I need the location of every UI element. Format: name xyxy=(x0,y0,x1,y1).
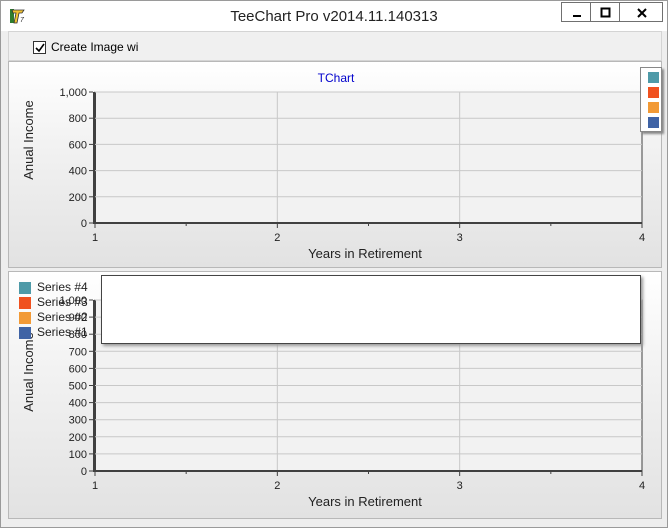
y-tick-label: 100 xyxy=(69,449,87,461)
y-tick-label: 200 xyxy=(69,192,87,204)
x-tick-label: 1 xyxy=(92,480,98,492)
x-axis-line xyxy=(93,470,642,472)
title-bar[interactable]: 7 TeeChart Pro v2014.11.140313 xyxy=(1,1,667,31)
legend-swatch-series1 xyxy=(648,117,659,128)
legend-label: Series #3 xyxy=(37,295,88,309)
y-tick-label: 400 xyxy=(69,398,87,410)
x-tick-label: 4 xyxy=(639,232,645,244)
minimize-button[interactable] xyxy=(561,2,591,22)
create-image-label: Create Image wi xyxy=(51,40,139,54)
legend-label: Series #1 xyxy=(37,325,88,339)
top-chart-panel[interactable]: TChart 0 200 400 600 800 1,000 1 2 3 4 Anual Inc… xyxy=(8,61,662,268)
x-tick-label: 4 xyxy=(639,480,645,492)
blank-popup-panel[interactable] xyxy=(101,275,641,344)
x-axis-label: Years in Retirement xyxy=(308,246,422,261)
top-chart[interactable]: TChart 0 200 400 600 800 1,000 1 2 3 4 Anual Inc… xyxy=(9,62,661,267)
chart-title: TChart xyxy=(318,71,355,85)
plot-area[interactable] xyxy=(94,91,643,224)
create-image-checkbox[interactable] xyxy=(33,41,46,54)
x-axis-line xyxy=(93,222,642,224)
legend-swatch-series4 xyxy=(648,72,659,83)
x-tick-label: 3 xyxy=(457,232,463,244)
x-tick-label: 3 xyxy=(457,480,463,492)
x-axis-label: Years in Retirement xyxy=(308,494,422,509)
y-tick-label: 700 xyxy=(69,346,87,358)
y-axis-label: Anual Income xyxy=(21,332,36,412)
y-tick-label: 600 xyxy=(69,139,87,151)
legend-swatch-series1 xyxy=(19,327,31,339)
legend-swatch-series3 xyxy=(648,87,659,98)
top-chart-legend[interactable] xyxy=(640,67,662,132)
legend-swatch-series2 xyxy=(648,102,659,113)
legend-swatch-series3 xyxy=(19,297,31,309)
options-bar: Create Image wi xyxy=(8,31,662,61)
x-tick-label: 2 xyxy=(274,480,280,492)
y-tick-label: 800 xyxy=(69,113,87,125)
x-tick-label: 1 xyxy=(92,232,98,244)
y-tick-label: 1,000 xyxy=(59,87,87,99)
x-tick-label: 2 xyxy=(274,232,280,244)
maximize-icon xyxy=(600,7,611,18)
legend-swatch-series2 xyxy=(19,312,31,324)
minimize-icon xyxy=(573,15,581,17)
y-tick-label: 0 xyxy=(81,466,87,478)
y-tick-label: 600 xyxy=(69,363,87,375)
close-button[interactable] xyxy=(619,2,663,22)
y-axis-line xyxy=(93,92,96,223)
legend-swatch-series4 xyxy=(19,282,31,294)
legend-label: Series #2 xyxy=(37,310,88,324)
checkmark-icon xyxy=(35,43,45,53)
y-tick-label: 300 xyxy=(69,415,87,427)
y-tick-label: 200 xyxy=(69,432,87,444)
y-tick-label: 400 xyxy=(69,166,87,178)
y-tick-label: 0 xyxy=(81,218,87,230)
legend-label: Series #4 xyxy=(37,280,88,294)
maximize-button[interactable] xyxy=(590,2,620,22)
y-axis-label: Anual Income xyxy=(21,100,36,180)
y-tick-label: 500 xyxy=(69,381,87,393)
app-window: 7 TeeChart Pro v2014.11.140313 Create Im… xyxy=(0,0,668,528)
close-icon xyxy=(637,8,647,18)
